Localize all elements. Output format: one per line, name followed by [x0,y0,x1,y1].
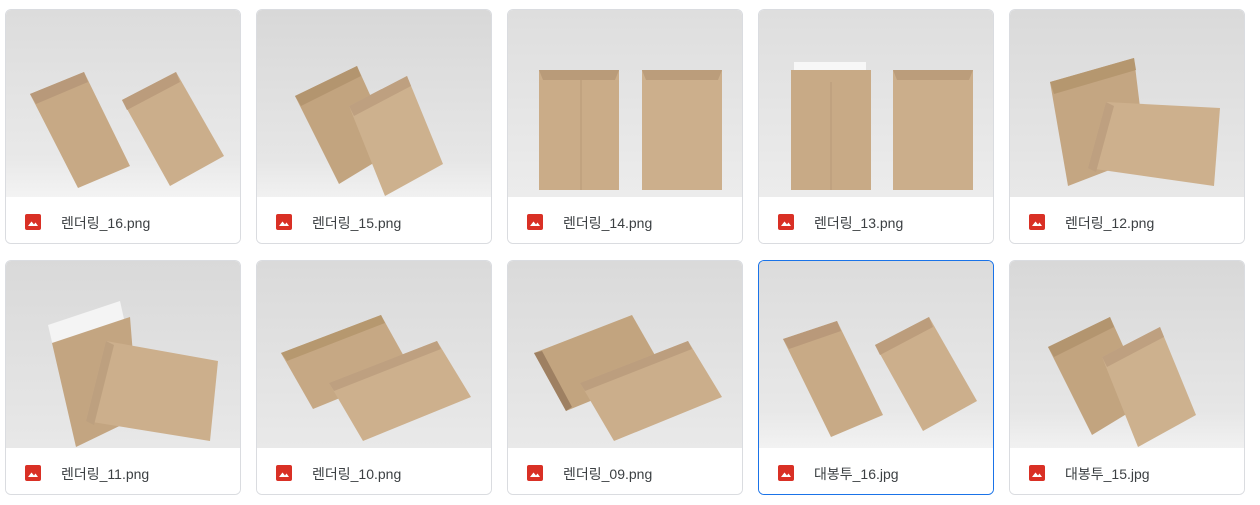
file-thumbnail [508,10,742,197]
file-footer: 렌더링_13.png [759,197,993,243]
file-name: 렌더링_15.png [312,215,402,231]
image-icon [25,465,41,481]
file-thumbnail [759,261,993,448]
file-grid: 렌더링_16.png 렌더링_15.png 렌더링_14.png 렌더링_13.… [0,0,1260,505]
file-card[interactable]: 렌더링_10.png [256,260,492,495]
file-card[interactable]: 렌더링_11.png [5,260,241,495]
file-thumbnail [759,10,993,197]
file-footer: 렌더링_10.png [257,448,491,494]
file-card[interactable]: 렌더링_14.png [507,9,743,244]
file-thumbnail [1010,10,1244,197]
image-icon [276,214,292,230]
image-icon [527,214,543,230]
file-thumbnail [6,261,240,448]
file-thumbnail [257,261,491,448]
file-name: 렌더링_10.png [312,466,402,482]
file-card[interactable]: 렌더링_16.png [5,9,241,244]
file-thumbnail [6,10,240,197]
file-footer: 렌더링_12.png [1010,197,1244,243]
file-footer: 대봉투_16.jpg [759,448,993,494]
file-footer: 렌더링_15.png [257,197,491,243]
file-card[interactable]: 렌더링_15.png [256,9,492,244]
image-icon [778,214,794,230]
image-icon [527,465,543,481]
file-name: 렌더링_14.png [563,215,653,231]
file-footer: 대봉투_15.jpg [1010,448,1244,494]
file-card[interactable]: 렌더링_13.png [758,9,994,244]
file-name: 대봉투_16.jpg [814,466,899,482]
file-thumbnail [257,10,491,197]
file-card[interactable]: 대봉투_15.jpg [1009,260,1245,495]
file-footer: 렌더링_09.png [508,448,742,494]
file-thumbnail [1010,261,1244,448]
file-thumbnail [508,261,742,448]
file-name: 렌더링_11.png [61,466,150,482]
file-name: 대봉투_15.jpg [1065,466,1150,482]
image-icon [1029,465,1045,481]
file-card[interactable]: 렌더링_12.png [1009,9,1245,244]
image-icon [276,465,292,481]
file-card[interactable]: 렌더링_09.png [507,260,743,495]
file-name: 렌더링_16.png [61,215,151,231]
file-footer: 렌더링_14.png [508,197,742,243]
file-name: 렌더링_13.png [814,215,904,231]
file-footer: 렌더링_11.png [6,448,240,494]
file-card-selected[interactable]: 대봉투_16.jpg [758,260,994,495]
file-footer: 렌더링_16.png [6,197,240,243]
image-icon [25,214,41,230]
image-icon [1029,214,1045,230]
image-icon [778,465,794,481]
file-name: 렌더링_12.png [1065,215,1155,231]
file-name: 렌더링_09.png [563,466,653,482]
